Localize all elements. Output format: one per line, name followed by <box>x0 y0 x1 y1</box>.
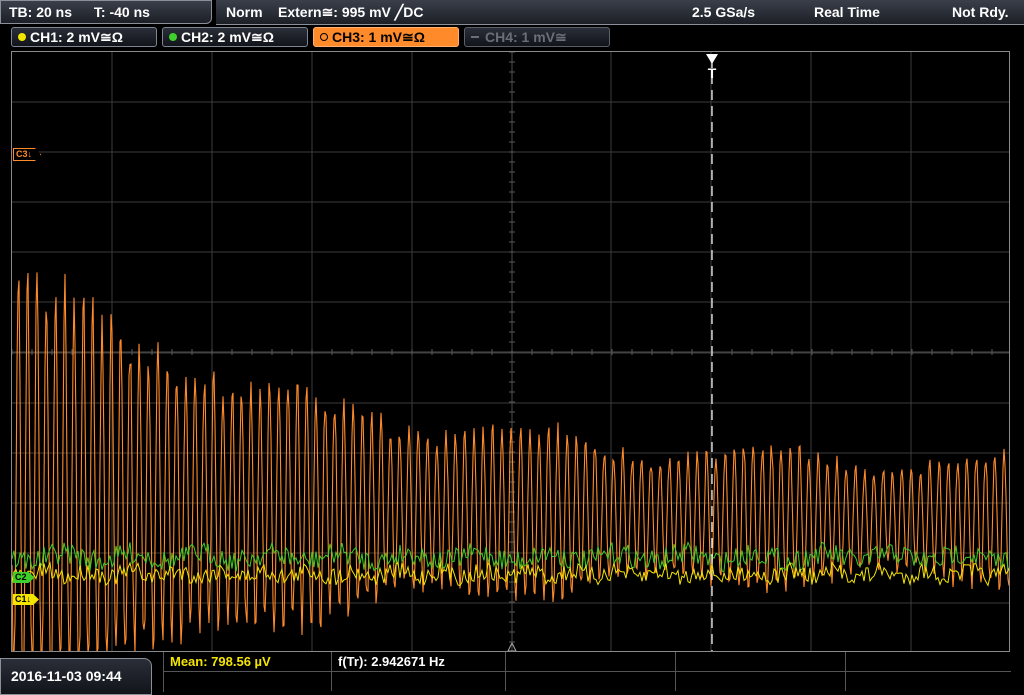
sample-rate: 2.5 GSa/s <box>692 4 756 20</box>
channel-4-off-icon <box>471 36 479 38</box>
mean-measurement[interactable]: Mean: 798.56 µV <box>164 652 332 671</box>
channel-3-button[interactable]: CH3: 1 mV≅Ω <box>313 27 459 47</box>
channel-2-dot-icon <box>169 33 177 41</box>
measurement-slot <box>164 672 332 691</box>
measurement-slot <box>676 672 846 691</box>
channel-bar: CH1: 2 mV≅Ω CH2: 2 mV≅Ω CH3: 1 mV≅Ω CH4:… <box>0 27 1024 48</box>
measurement-slot <box>506 672 676 691</box>
measurement-row <box>164 672 1011 691</box>
measurement-slot <box>846 672 1011 691</box>
measurement-table: Mean: 798.56 µV f(Tr): 2.942671 Hz <box>163 652 1011 692</box>
date-time: 2016-11-03 09:44 <box>0 658 152 695</box>
run-state: Not Rdy. <box>952 4 1009 20</box>
channel-1-label: CH1: 2 mV≅Ω <box>30 29 123 45</box>
measurement-slot <box>506 652 676 671</box>
timebase-box[interactable]: TB: 20 ns T: -40 ns <box>0 0 212 24</box>
trigger-arrow-icon <box>706 54 718 64</box>
trigger-source[interactable]: Extern≅: 995 mV ╱DC <box>278 0 423 24</box>
channel-2-label: CH2: 2 mV≅Ω <box>181 29 274 45</box>
timebase-label: TB: 20 ns <box>9 4 73 20</box>
channel-4-button[interactable]: CH4: 1 mV≅ <box>464 27 610 47</box>
channel-1-dot-icon <box>18 33 26 41</box>
top-bar: TB: 20 ns T: -40 ns Norm Extern≅: 995 mV… <box>0 0 1024 26</box>
channel-1-button[interactable]: CH1: 2 mV≅Ω <box>11 27 157 47</box>
channel-3-dot-icon <box>320 33 328 41</box>
trigger-time-label: T: -40 ns <box>93 4 150 20</box>
channel-3-label: CH3: 1 mV≅Ω <box>332 29 425 45</box>
trigger-mode[interactable]: Norm <box>226 0 263 24</box>
bottom-bar: 2016-11-03 09:44 Mean: 798.56 µV f(Tr): … <box>0 652 1024 695</box>
waveform-canvas: T <box>12 52 1009 651</box>
measurement-slot <box>332 672 506 691</box>
acquisition-mode: Real Time <box>814 4 880 20</box>
measurement-row: Mean: 798.56 µV f(Tr): 2.942671 Hz <box>164 652 1011 672</box>
channel-4-label: CH4: 1 mV≅ <box>485 29 567 45</box>
measurement-slot <box>846 652 1011 671</box>
status-bar: Norm Extern≅: 995 mV ╱DC 2.5 GSa/s Real … <box>216 0 1024 25</box>
c3-offset-marker[interactable]: C3↓ <box>13 148 41 161</box>
frequency-measurement[interactable]: f(Tr): 2.942671 Hz <box>332 652 506 671</box>
trigger-marker-label: T <box>708 65 717 81</box>
channel-2-button[interactable]: CH2: 2 mV≅Ω <box>162 27 308 47</box>
waveform-display[interactable]: T C3↓ C2 C1↓ <box>11 51 1010 652</box>
measurement-slot <box>676 652 846 671</box>
